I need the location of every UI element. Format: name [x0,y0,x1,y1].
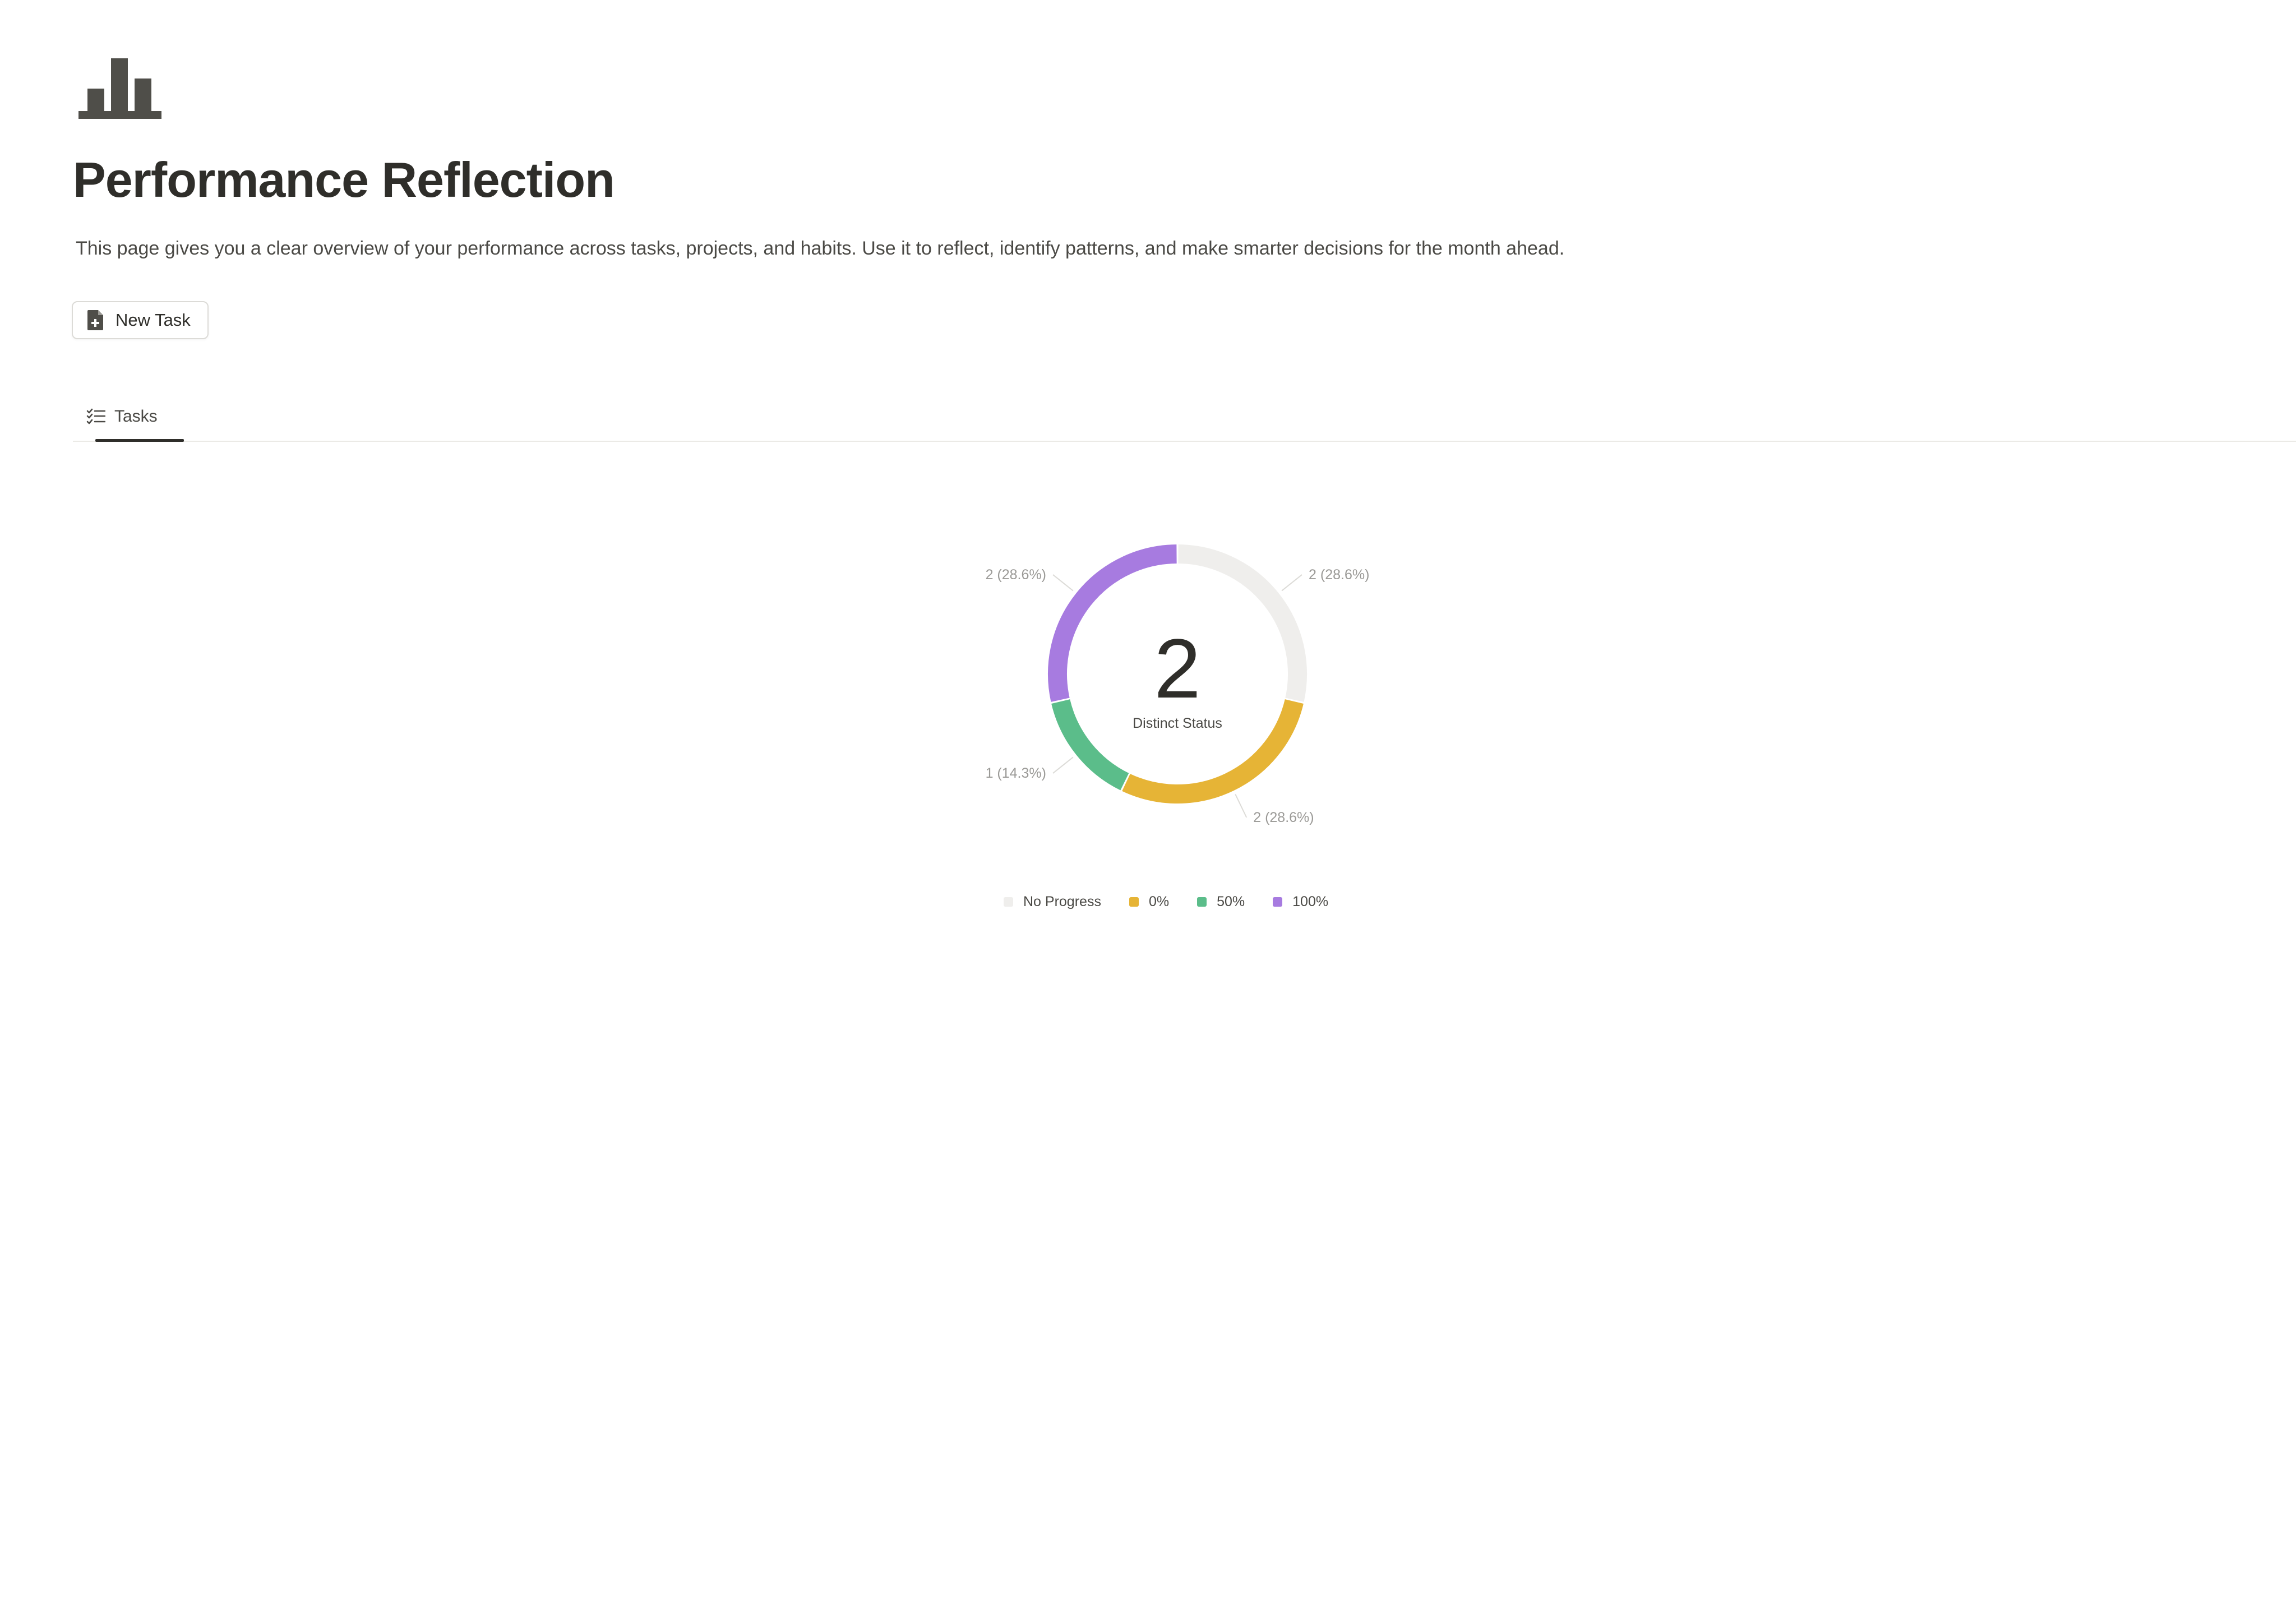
new-task-button[interactable]: New Task [72,301,209,339]
legend-swatch-3 [1273,897,1283,907]
legend-label-3: 100% [1292,893,1329,909]
checklist-icon [86,408,105,424]
legend-item-2[interactable]: 50% [1197,894,1245,910]
donut-label-leader-1 [1235,793,1248,818]
tab-tasks[interactable]: Tasks [84,392,184,442]
page-description: This page gives you a clear overview of … [76,238,1565,259]
status-donut-chart: 2 (28.6%) 2 (28.6%) 1 (14.3%) 2 (28.6%) 2Dis… [986,544,1369,825]
bar-chart-icon[interactable] [78,56,164,123]
legend-swatch-0 [1004,897,1013,907]
active-tab-indicator [95,439,184,442]
new-task-label: New Task [116,310,191,330]
donut-label-leader-2 [1052,756,1074,774]
donut-data-label-1: 2 (28.6%) [1253,810,1314,825]
legend-item-0[interactable]: No Progress [1004,894,1101,910]
donut-center-value: 2 [1154,621,1200,715]
add-document-icon [87,310,103,330]
chart-legend: No Progress 0% 50% 100% [1004,890,1328,913]
view-tabs: Tasks [73,392,2296,442]
donut-label-leader-0 [1281,574,1302,592]
legend-swatch-2 [1197,897,1207,907]
legend-item-3[interactable]: 100% [1273,894,1328,910]
legend-label-1: 0% [1148,893,1170,909]
legend-label-0: No Progress [1023,893,1101,909]
donut-data-label-2: 1 (14.3%) [986,765,1046,781]
legend-label-2: 50% [1217,893,1245,909]
legend-item-1[interactable]: 0% [1129,894,1169,910]
tab-tasks-label: Tasks [114,407,158,426]
legend-swatch-1 [1129,897,1139,907]
page-title: Performance Reflection [73,152,615,207]
donut-center-label: Distinct Status [1133,715,1222,731]
donut-label-leader-3 [1052,574,1074,592]
donut-data-label-0: 2 (28.6%) [1309,567,1369,583]
donut-slice-2[interactable] [1051,699,1129,791]
donut-data-label-3: 2 (28.6%) [986,567,1046,583]
